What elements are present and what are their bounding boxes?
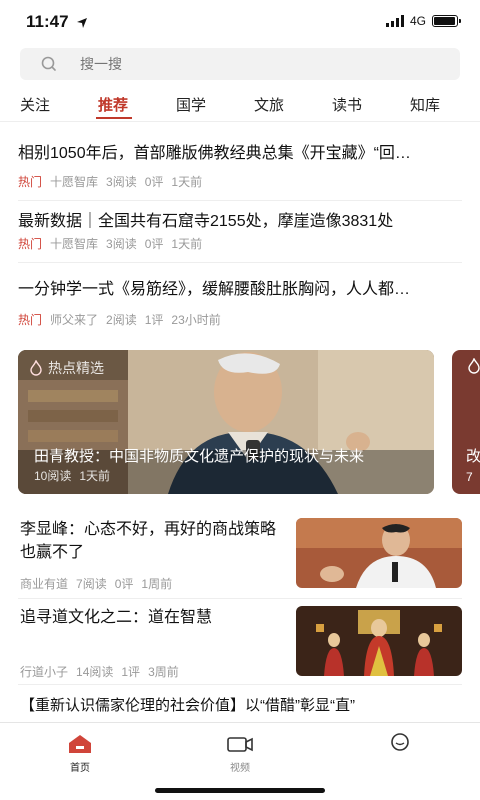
nav-video[interactable]: 视频 <box>210 733 270 774</box>
news-row[interactable]: 追寻道文化之二：道在智慧 行道小子 14阅读 1评 3周前 <box>18 606 462 680</box>
flame-icon <box>468 358 480 374</box>
status-time-text: 11:47 <box>26 12 69 31</box>
article-source: 师父来了 <box>50 313 99 327</box>
news-source: 商业有道 <box>20 577 69 591</box>
status-bar: 11:47 4G <box>0 0 480 44</box>
hot-tag: 热门 <box>18 237 43 251</box>
hot-tag: 热门 <box>18 175 43 189</box>
news-source: 行道小子 <box>20 665 69 679</box>
search-icon <box>41 56 56 71</box>
article-comments: 0评 <box>144 237 164 251</box>
news-comments: 0评 <box>114 577 134 591</box>
hot-tag: 热门 <box>18 313 43 327</box>
article-title: 最新数据｜全国共有石窟寺2155处，摩崖造像3831处 <box>18 213 394 230</box>
news-time: 3周前 <box>148 665 179 679</box>
article-meta: 热门 师父来了 2阅读 1评 23小时前 <box>18 311 462 328</box>
divider <box>18 684 462 685</box>
active-tab-indicator <box>96 117 132 119</box>
news-reads: 7阅读 <box>76 577 107 591</box>
tab-reading[interactable]: 读书 <box>332 94 362 115</box>
article-reads: 3阅读 <box>106 175 137 189</box>
carousel-reads: 10阅读 <box>34 469 72 483</box>
article-comments: 0评 <box>144 175 164 189</box>
article-time: 1天前 <box>171 237 203 251</box>
tab-recommend[interactable]: 推荐 <box>98 94 128 115</box>
news-title: 追寻道文化之二：道在智慧 <box>20 609 213 626</box>
nav-home[interactable]: 首页 <box>50 733 110 774</box>
article-title-partial[interactable]: 【重新认识儒家伦理的社会价值】以“借醋”彰显“直” <box>20 694 355 715</box>
tab-follow[interactable]: 关注 <box>20 94 50 115</box>
tab-culture-travel[interactable]: 文旅 <box>254 94 284 115</box>
carousel-next-title: 改 <box>466 448 480 465</box>
news-meta: 行道小子 14阅读 1评 3周前 <box>20 663 179 680</box>
article-item[interactable]: 相别1050年后，首部雕版佛教经典总集《开宝藏》“回… 热门 十愿智库 3阅读 … <box>18 143 462 190</box>
carousel-title: 田青教授：中国非物质文化遗产保护的现状与未来 <box>34 448 365 465</box>
nav-label: 视频 <box>230 763 250 774</box>
article-reads: 2阅读 <box>106 313 137 327</box>
news-meta: 商业有道 7阅读 0评 1周前 <box>20 575 172 592</box>
search-input[interactable] <box>80 56 420 72</box>
news-time: 1周前 <box>141 577 173 591</box>
news-thumbnail <box>296 606 462 676</box>
article-source: 十愿智库 <box>50 175 99 189</box>
news-comments: 1评 <box>121 665 141 679</box>
profile-icon <box>391 733 409 751</box>
home-icon <box>69 735 91 753</box>
cellular-signal-icon <box>385 15 404 27</box>
divider <box>18 200 462 201</box>
network-type: 4G <box>409 14 426 28</box>
article-title: 一分钟学一式《易筋经》，缓解腰酸肚胀胸闷，人人都… <box>18 281 411 298</box>
video-icon <box>227 737 253 752</box>
search-bar[interactable] <box>20 48 460 80</box>
tab-guoxue[interactable]: 国学 <box>176 94 206 115</box>
featured-carousel-card[interactable]: 热点精选 田青教授：中国非物质文化遗产保护的现状与未来 10阅读 1天前 <box>18 350 434 494</box>
article-title: 相别1050年后，首部雕版佛教经典总集《开宝藏》“回… <box>18 145 411 162</box>
news-title: 李显峰：心态不好，再好的商战策略也赢不了 <box>20 521 277 561</box>
divider <box>18 262 462 263</box>
article-time: 23小时前 <box>171 313 221 327</box>
carousel-next-meta: 7 <box>466 470 473 484</box>
carousel-tag: 热点精选 <box>28 358 104 378</box>
location-arrow-icon <box>77 17 88 28</box>
flame-icon <box>30 360 42 376</box>
news-thumbnail <box>296 518 462 588</box>
home-indicator <box>155 788 325 793</box>
status-time: 11:47 <box>26 12 88 32</box>
nav-label: 首页 <box>70 763 90 774</box>
tab-think-tank[interactable]: 知库 <box>410 94 440 115</box>
article-meta: 热门 十愿智库 3阅读 0评 1天前 <box>18 235 462 252</box>
article-item[interactable]: 最新数据｜全国共有石窟寺2155处，摩崖造像3831处 热门 十愿智库 3阅读 … <box>18 211 462 252</box>
article-comments: 1评 <box>144 313 164 327</box>
article-reads: 3阅读 <box>106 237 137 251</box>
news-reads: 14阅读 <box>76 665 114 679</box>
carousel-next-card[interactable]: 改 7 <box>452 350 480 494</box>
category-tabs: 关注 推荐 国学 文旅 读书 知库 <box>0 86 480 122</box>
carousel-time: 1天前 <box>79 469 111 483</box>
carousel-tag-text: 热点精选 <box>48 360 104 376</box>
article-source: 十愿智库 <box>50 237 99 251</box>
battery-icon <box>432 15 461 27</box>
article-meta: 热门 十愿智库 3阅读 0评 1天前 <box>18 173 462 190</box>
news-row[interactable]: 李显峰：心态不好，再好的商战策略也赢不了 商业有道 7阅读 0评 1周前 <box>18 518 462 592</box>
carousel-meta: 10阅读 1天前 <box>34 467 110 484</box>
nav-profile[interactable] <box>370 733 430 759</box>
article-time: 1天前 <box>171 175 203 189</box>
divider <box>18 598 462 599</box>
article-item[interactable]: 一分钟学一式《易筋经》，缓解腰酸肚胀胸闷，人人都… 热门 师父来了 2阅读 1评… <box>18 279 462 328</box>
